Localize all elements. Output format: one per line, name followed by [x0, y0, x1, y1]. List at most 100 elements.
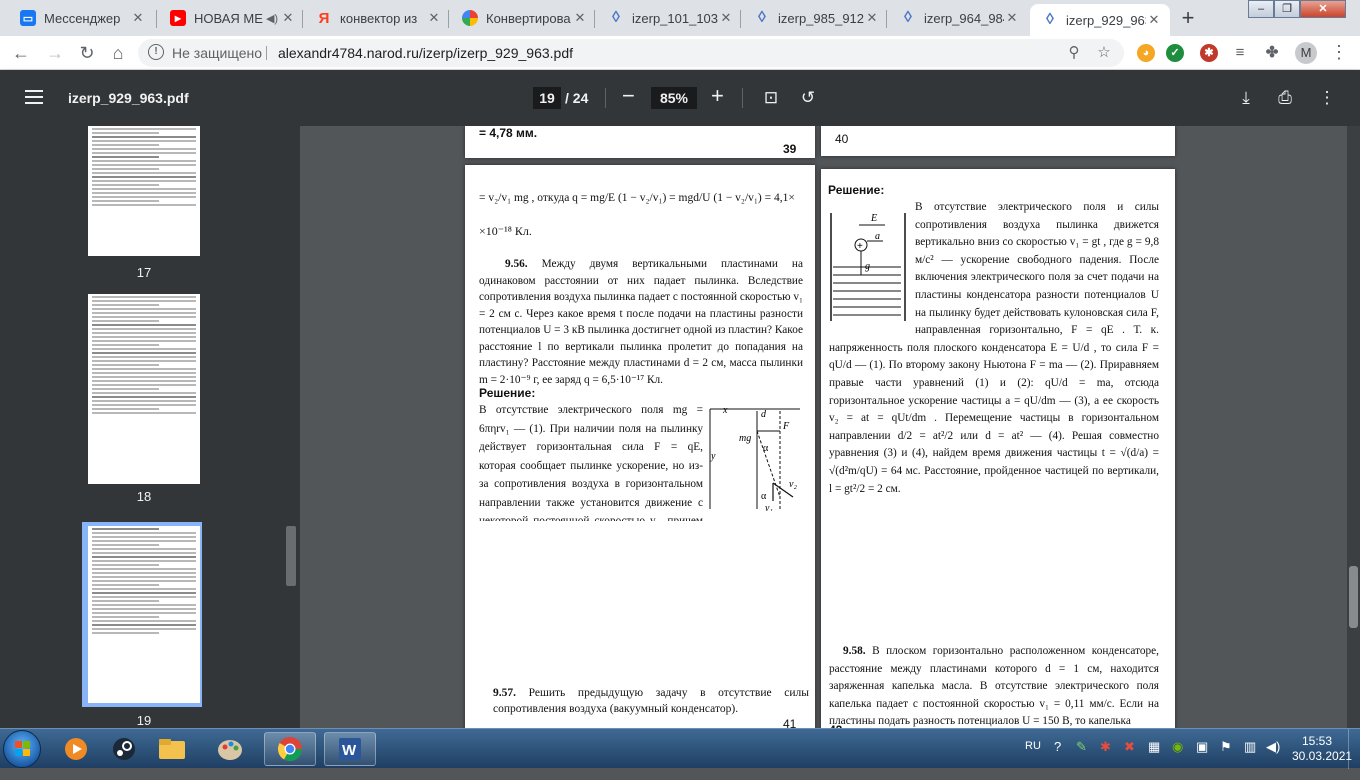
thumbnail-label: 17: [136, 265, 152, 280]
dust-velocity-diagram: x y d mg F α α v₂ v₁: [709, 405, 800, 511]
more-options-icon[interactable]: ⋮: [1316, 87, 1338, 109]
address-bar[interactable]: ! Не защищено alexandr4784.narod.ru/izer…: [138, 39, 1124, 67]
zoom-out-button[interactable]: −: [622, 84, 635, 108]
address-divider: [266, 46, 267, 60]
clock-date: 30.03.2021: [1292, 749, 1353, 763]
problem-text: Между двумя вертикальными пластинами на …: [479, 258, 803, 386]
close-icon[interactable]: ✕: [718, 10, 734, 26]
tray-app-icon-4[interactable]: ▣: [1196, 739, 1208, 779]
tab-yandex[interactable]: Я конвектор из ✕: [304, 2, 450, 34]
page-number: 40: [835, 132, 849, 146]
tab-izerp-929[interactable]: ◊ izerp_929_963 ✕: [1030, 4, 1170, 36]
tab-izerp-964[interactable]: ◊ izerp_964_984 ✕: [888, 2, 1028, 34]
back-button[interactable]: ←: [9, 41, 33, 65]
tab-divider: [302, 10, 303, 28]
url-text[interactable]: alexandr4784.narod.ru/izerp/izerp_929_96…: [278, 45, 573, 61]
download-icon[interactable]: ⤓: [1235, 87, 1257, 109]
rotate-icon[interactable]: ↺: [797, 87, 819, 109]
close-icon[interactable]: ✕: [864, 10, 880, 26]
extension-icon-2[interactable]: ✱: [1200, 44, 1218, 62]
print-icon[interactable]: ⎙: [1274, 87, 1296, 109]
close-icon[interactable]: ✕: [1004, 10, 1020, 26]
tab-izerp-985[interactable]: ◊ izerp_985_9129 ✕: [742, 2, 888, 34]
info-icon[interactable]: !: [148, 44, 164, 60]
minimize-button[interactable]: ‒: [1248, 0, 1274, 18]
network-icon[interactable]: ▥: [1244, 739, 1256, 779]
close-icon[interactable]: ✕: [1146, 12, 1162, 28]
tab-converter[interactable]: Конвертирова ✕: [450, 2, 596, 34]
thumbnail-label: 18: [136, 489, 152, 504]
pdf-page-40: 40: [821, 126, 1175, 156]
solution-block: В отсутствие электрического поля и силы …: [829, 199, 1159, 619]
sidebar-menu-icon[interactable]: [25, 90, 43, 104]
sidebar-scrollbar[interactable]: [286, 526, 296, 586]
tray-app-icon[interactable]: ✎: [1076, 739, 1087, 779]
tab-divider: [886, 10, 887, 28]
word-icon[interactable]: W: [324, 732, 376, 766]
extensions-puzzle-icon[interactable]: ✤: [1263, 44, 1281, 62]
extension-icon-1[interactable]: ◕: [1137, 44, 1155, 62]
show-desktop-button[interactable]: [1348, 729, 1360, 769]
playlist-icon[interactable]: ≡: [1231, 44, 1249, 62]
thumbnail-page-19[interactable]: [88, 526, 200, 703]
flag-icon[interactable]: ⚑: [1220, 739, 1232, 779]
forward-button[interactable]: →: [43, 41, 67, 65]
media-player-icon[interactable]: [50, 732, 102, 766]
start-button[interactable]: [3, 730, 41, 768]
pdf-icon: ◊: [758, 9, 766, 26]
menu-icon[interactable]: ⋮: [1330, 42, 1348, 63]
speaker-icon[interactable]: ◀): [264, 12, 280, 25]
volume-icon[interactable]: ◀): [1266, 739, 1280, 779]
thumbnail-page-18[interactable]: [88, 294, 200, 484]
problem-number: 9.57.: [493, 687, 516, 699]
fit-page-icon[interactable]: ⊡: [760, 87, 782, 109]
chrome-icon[interactable]: [264, 732, 316, 766]
tray-app-icon-2[interactable]: ✖: [1124, 739, 1135, 779]
close-window-button[interactable]: ✕: [1300, 0, 1346, 18]
page-number: 41: [783, 717, 797, 728]
paint-icon[interactable]: [204, 732, 256, 766]
problem-text: В плоском горизонтально расположенном ко…: [829, 645, 1159, 728]
tab-messenger[interactable]: ▭ Мессенджер ✕: [8, 2, 154, 34]
nvidia-icon[interactable]: ◉: [1172, 739, 1183, 779]
tab-label: Мессенджер: [44, 10, 121, 26]
zoom-level-input[interactable]: 85%: [651, 87, 697, 109]
close-icon[interactable]: ✕: [572, 10, 588, 26]
equation-line: ×10⁻¹⁸ Кл.: [479, 224, 532, 238]
tab-youtube[interactable]: ▶ НОВАЯ МЕ ◀) ✕: [158, 2, 304, 34]
alpha-label: α: [763, 443, 769, 454]
document-scrollbar[interactable]: [1347, 126, 1360, 728]
shield-icon[interactable]: ✓: [1166, 44, 1184, 62]
new-tab-button[interactable]: +: [1175, 6, 1201, 32]
steam-icon[interactable]: [98, 732, 150, 766]
zoom-icon[interactable]: ⚲: [1064, 43, 1084, 63]
axis-y-label: y: [710, 451, 716, 462]
maximize-button[interactable]: ❐: [1274, 0, 1300, 18]
close-icon[interactable]: ✕: [130, 10, 146, 26]
zoom-in-button[interactable]: +: [711, 84, 724, 108]
reload-button[interactable]: ↻: [75, 41, 99, 65]
toolbar-divider: [605, 88, 606, 108]
close-icon[interactable]: ✕: [426, 10, 442, 26]
security-label: Не защищено: [172, 45, 262, 61]
close-icon[interactable]: ✕: [280, 10, 296, 26]
page-number-input[interactable]: 19: [533, 87, 561, 109]
windows-taskbar: W RU ? ✎ ✱ ✖ ▦ ◉ ▣ ⚑ ▥ ◀) 15:53 30.03.20…: [0, 728, 1360, 769]
distance-d-label: d: [761, 409, 767, 420]
solution-title: Решение:: [828, 183, 885, 197]
scrollbar-thumb[interactable]: [1349, 566, 1358, 628]
system-clock[interactable]: 15:53 30.03.2021: [1292, 734, 1353, 764]
antivirus-icon[interactable]: ✱: [1100, 739, 1111, 779]
language-indicator[interactable]: RU: [1025, 740, 1041, 780]
thumbnail-page-17[interactable]: [88, 126, 200, 256]
help-icon[interactable]: ?: [1054, 739, 1061, 779]
problem-number: 9.56.: [505, 258, 528, 270]
tab-izerp-101[interactable]: ◊ izerp_101_1039 ✕: [596, 2, 742, 34]
tray-app-icon-3[interactable]: ▦: [1148, 739, 1160, 779]
profile-avatar[interactable]: M: [1295, 42, 1317, 64]
tab-label: izerp_929_963: [1066, 12, 1146, 28]
tab-label: конвектор из: [340, 10, 418, 26]
bookmark-star-icon[interactable]: ☆: [1094, 43, 1114, 63]
home-button[interactable]: ⌂: [106, 41, 130, 65]
file-explorer-icon[interactable]: [146, 732, 198, 766]
